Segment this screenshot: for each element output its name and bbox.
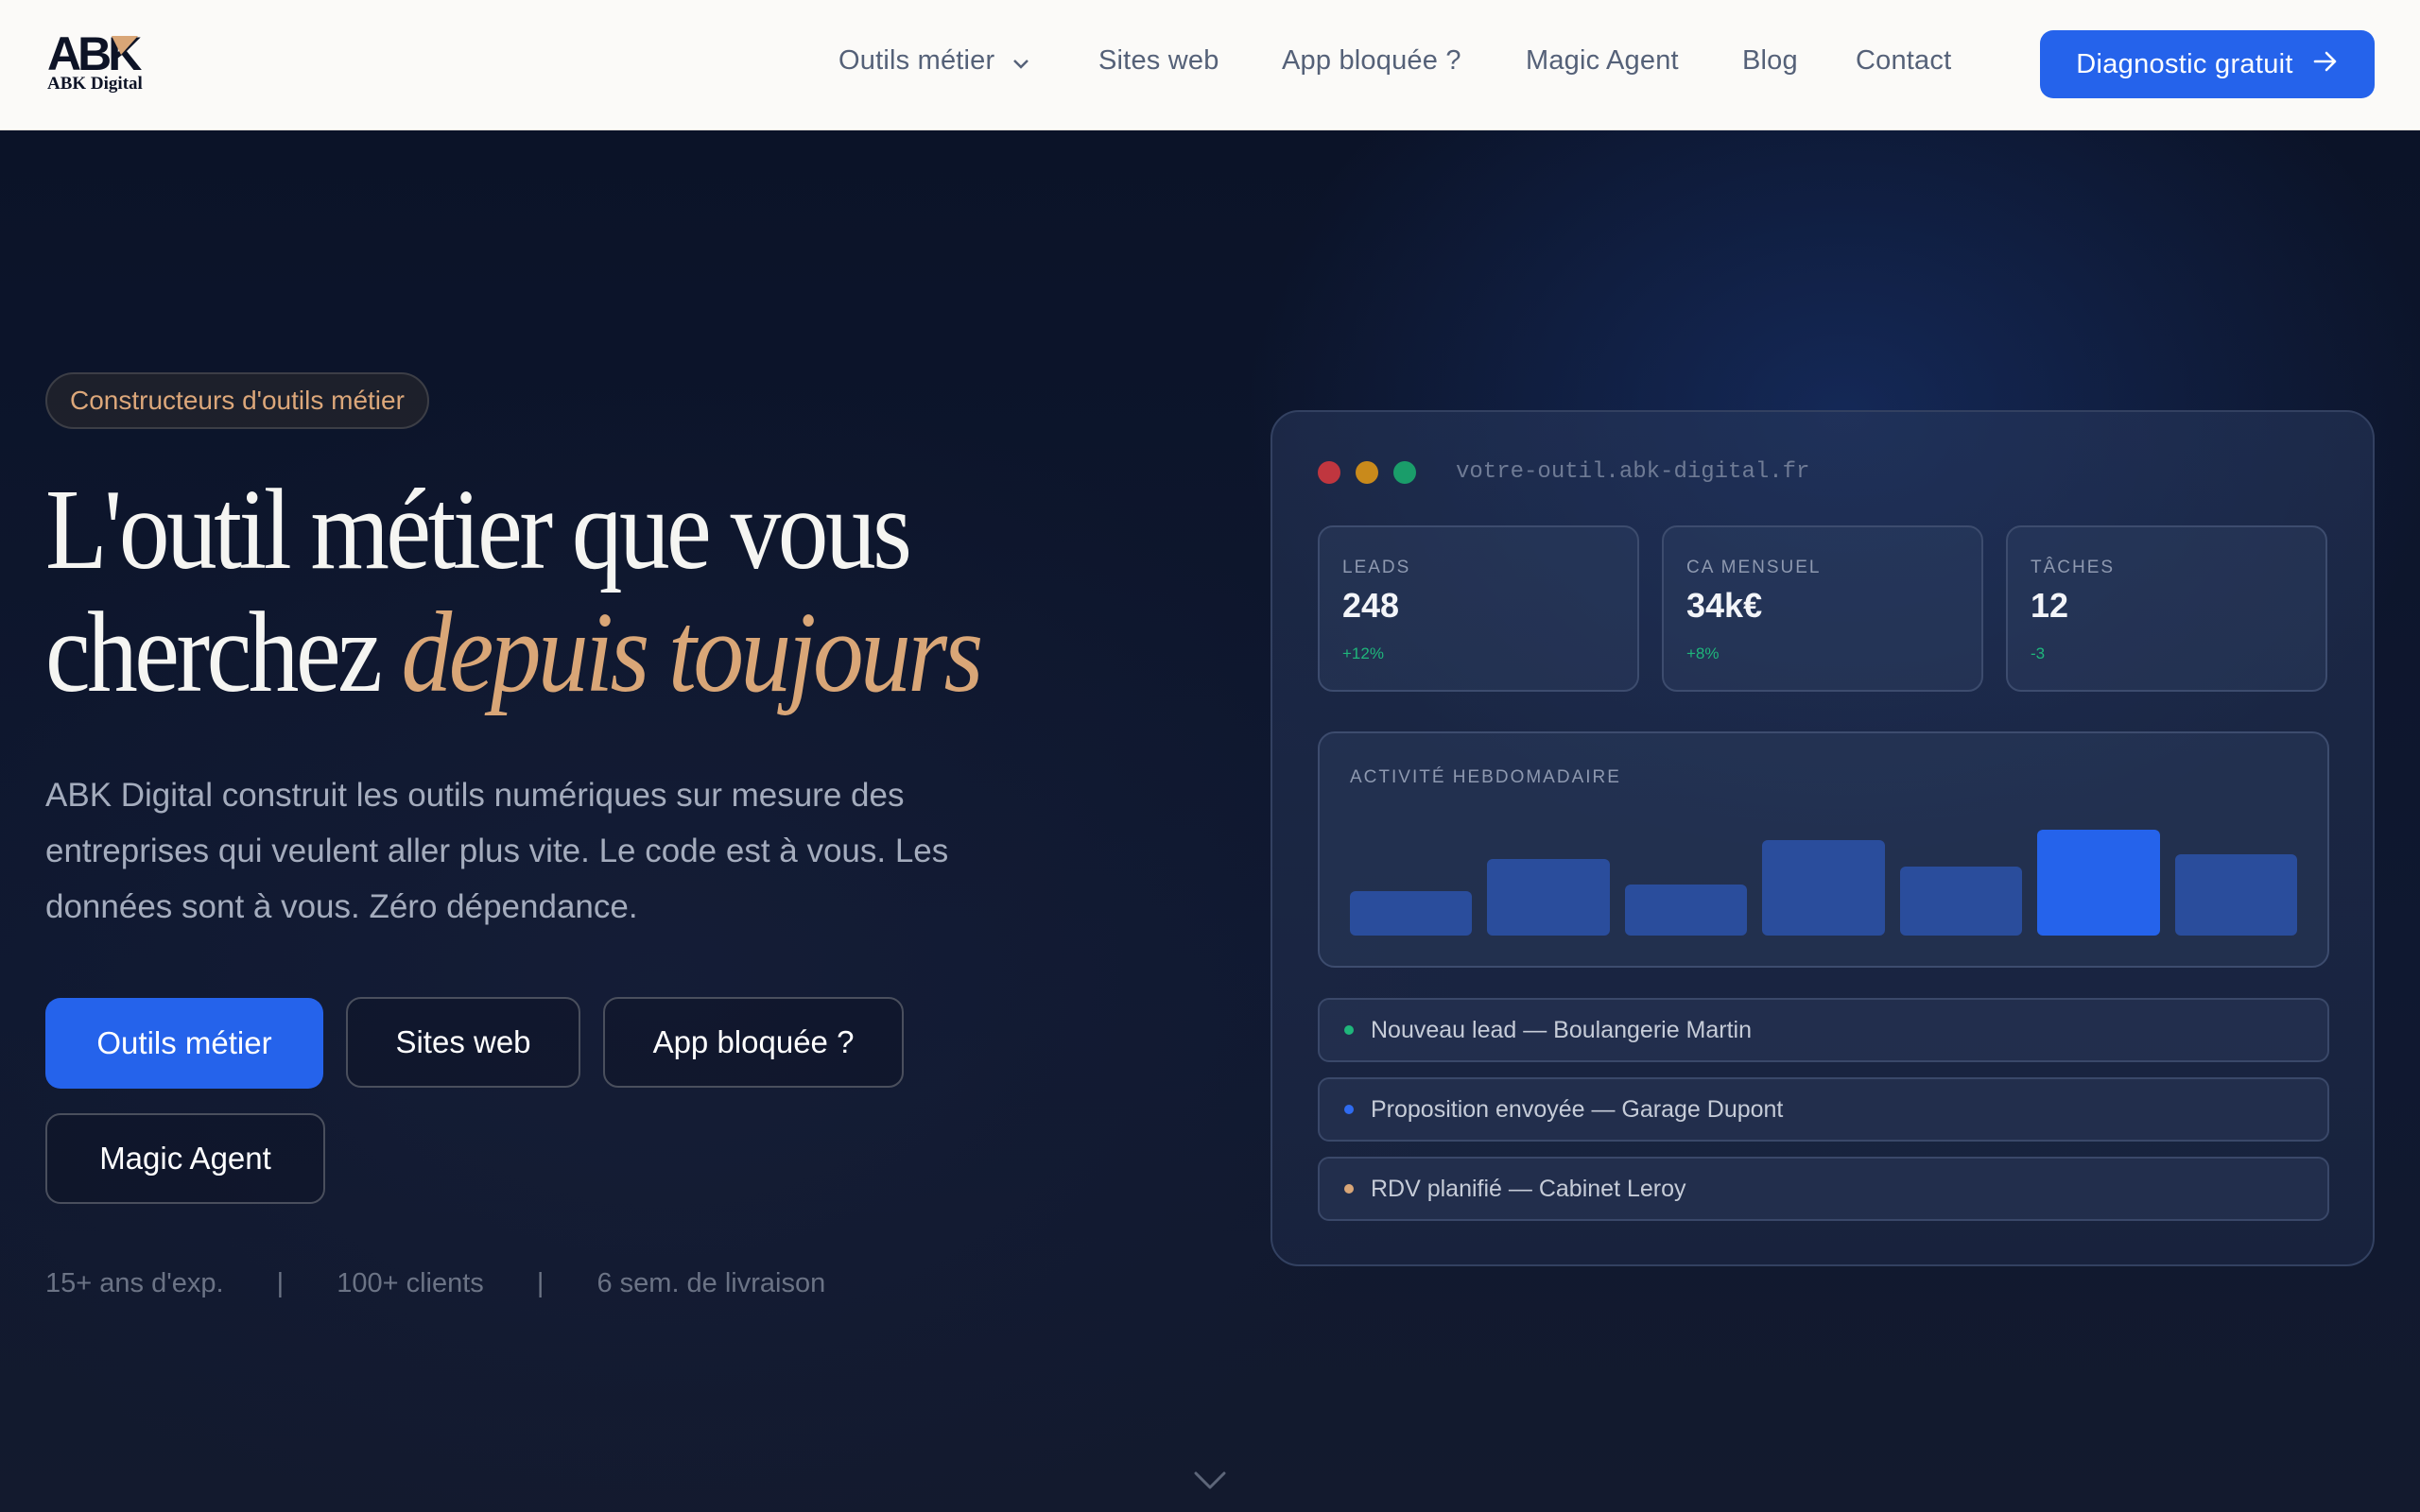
activity-bar (1624, 885, 1748, 936)
kpi-delta: -3 (2031, 644, 2046, 662)
hero-stats: 15+ ans d'exp. | 100+ clients | 6 sem. d… (45, 1268, 825, 1299)
brand-logo[interactable]: ABK ABK Digital (45, 26, 159, 102)
window-minimize-dot (1356, 461, 1378, 484)
app-bloquee-button[interactable]: App bloquée ? (603, 997, 904, 1088)
top-navbar: ABK ABK Digital Outils métier Sites web … (0, 0, 2420, 130)
activity-bar (1762, 840, 1885, 936)
nav-link-contact[interactable]: Contact (1856, 45, 1951, 77)
kpi-value: 248 (1342, 586, 1400, 625)
headline-accent: depuis toujours (401, 589, 984, 716)
nav-link-magic-agent[interactable]: Magic Agent (1526, 45, 1679, 77)
status-dot (1344, 1184, 1354, 1194)
arrow-right-icon (2312, 49, 2339, 80)
activity-bar (1899, 867, 2023, 936)
stat-experience: 15+ ans d'exp. (45, 1268, 224, 1298)
kpi-label: LEADS (1342, 558, 1411, 577)
kpi-card-ca-mensuel: CA MENSUEL 34k€ +8% (1662, 525, 1983, 692)
sites-web-button[interactable]: Sites web (346, 997, 580, 1088)
kpi-card-leads: LEADS 248 +12% (1318, 525, 1639, 692)
status-dot (1344, 1025, 1354, 1035)
app-preview-card: votre-outil.abk-digital.fr LEADS 248 +12… (1270, 410, 2375, 1266)
kpi-delta: +8% (1686, 644, 1720, 662)
headline-line-2: cherchez depuis toujours (45, 592, 1002, 714)
preview-url: votre-outil.abk-digital.fr (1456, 459, 1810, 485)
scroll-down-chevron-icon[interactable] (1193, 1470, 1227, 1496)
window-close-dot (1318, 461, 1340, 484)
activity-bar (1487, 859, 1610, 936)
activity-item: Proposition envoyée — Garage Dupont (1318, 1077, 2329, 1142)
hero-badge: Constructeurs d'outils métier (45, 372, 429, 429)
stat-clients: 100+ clients (337, 1268, 484, 1298)
svg-text:ABK: ABK (47, 27, 142, 76)
brand-name: ABK Digital (47, 74, 143, 94)
activity-text: RDV planifié — Cabinet Leroy (1371, 1175, 1686, 1202)
activity-text: Nouveau lead — Boulangerie Martin (1371, 1016, 1753, 1043)
activity-bar (2174, 854, 2297, 936)
nav-link-app-bloquee[interactable]: App bloquée ? (1282, 45, 1461, 77)
weekly-activity-panel: ACTIVITÉ HEBDOMADAIRE (1318, 731, 2329, 968)
activity-bar (2037, 830, 2160, 936)
chevron-down-icon (1012, 46, 1029, 77)
activity-bar (1350, 891, 1473, 936)
nav-link-sites-web[interactable]: Sites web (1098, 45, 1219, 77)
kpi-label: TÂCHES (2031, 558, 2116, 577)
abk-logo-mark: ABK (47, 27, 146, 76)
panel-title: ACTIVITÉ HEBDOMADAIRE (1350, 767, 1621, 787)
nav-link-label: Outils métier (838, 45, 995, 76)
activity-text: Proposition envoyée — Garage Dupont (1371, 1095, 1784, 1123)
activity-item: RDV planifié — Cabinet Leroy (1318, 1157, 2329, 1221)
nav-link-blog[interactable]: Blog (1742, 45, 1798, 77)
stat-separator: | (536, 1268, 544, 1298)
status-dot (1344, 1105, 1354, 1114)
kpi-card-taches: TÂCHES 12 -3 (2006, 525, 2327, 692)
kpi-delta: +12% (1342, 644, 1384, 662)
stat-delivery: 6 sem. de livraison (596, 1268, 826, 1298)
kpi-label: CA MENSUEL (1686, 558, 1822, 577)
activity-item: Nouveau lead — Boulangerie Martin (1318, 998, 2329, 1062)
headline-line-1: L'outil métier que vous (45, 466, 912, 593)
headline-plain: cherchez (45, 589, 383, 716)
kpi-value: 12 (2031, 586, 2069, 625)
kpi-value: 34k€ (1686, 586, 1763, 625)
window-maximize-dot (1393, 461, 1416, 484)
hero-description: ABK Digital construit les outils numériq… (45, 777, 949, 925)
diagnostic-gratuit-button[interactable]: Diagnostic gratuit (2040, 30, 2375, 98)
magic-agent-button[interactable]: Magic Agent (45, 1113, 325, 1204)
cta-label: Diagnostic gratuit (2076, 48, 2293, 79)
stat-separator: | (276, 1268, 285, 1298)
hero-headline: L'outil métier que vous cherchez depuis … (45, 469, 1002, 714)
outils-metier-button[interactable]: Outils métier (45, 998, 323, 1089)
nav-link-outils-metier[interactable]: Outils métier (838, 45, 1029, 77)
